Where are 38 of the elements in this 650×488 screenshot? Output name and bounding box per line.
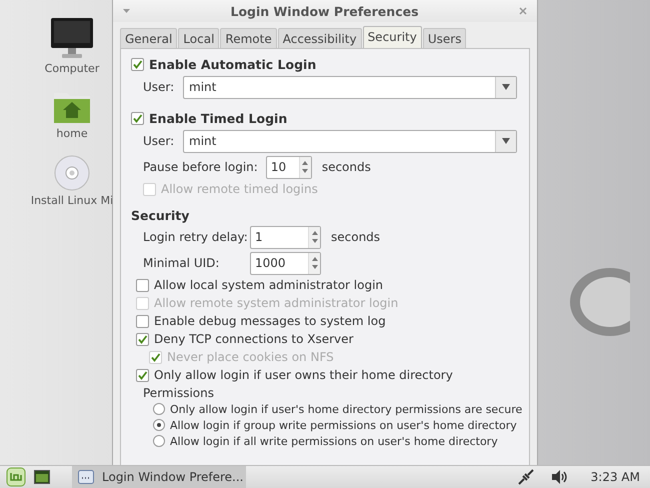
checkbox-label: Enable Automatic Login [149,56,316,72]
tab[interactable]: Users [422,28,466,48]
tab[interactable]: General [120,28,178,48]
checkbox-label: Never place cookies on NFS [167,350,334,364]
unit-label: seconds [331,230,380,244]
tab[interactable]: Security [362,26,422,48]
unit-label: seconds [322,160,371,174]
radio-label: Allow login if group write permissions on user's home directory [170,418,517,432]
user-combo-box[interactable]: mint [183,76,517,98]
section-heading: Security [131,206,190,224]
checkbox-label: Allow remote system administrator login [154,296,398,310]
checkbox-label: Allow remote timed logins [161,182,318,196]
user-combo-box[interactable]: mint [183,130,517,152]
spin-field[interactable]: 10 [266,156,312,178]
window-title: Login Window Preferences [229,4,420,18]
checkbox-label: Deny TCP connections to Xserver [154,332,354,346]
checkbox-label: Allow local system administrator login [154,278,384,292]
tab[interactable]: Local [178,28,220,48]
field-label: User: [143,80,176,94]
tab[interactable]: Remote [220,28,277,48]
clock[interactable]: 3:23 AM [590,470,640,484]
tab[interactable]: Accessibility [278,28,362,48]
checkbox-label: Only allow login if user owns their home directory [154,368,453,382]
radio-label: Allow login if all write permissions on user's home directory [170,434,498,448]
field-label: Login retry delay: [143,230,249,244]
checkbox-label: Enable Timed Login [149,110,288,126]
field-label: User: [143,134,176,148]
desktop-icon-label[interactable]: Install Linux Mi [30,194,114,207]
group-label: Permissions [142,384,215,401]
field-label: Minimal UID: [143,256,220,270]
desktop-icon-label[interactable]: Computer [44,62,100,75]
taskbar-window-button[interactable]: Login Window Prefere... [72,466,246,488]
desktop-icon-label[interactable]: home [56,127,88,140]
radio-label: Only allow login if user's home directory permissions are secure [170,402,522,416]
spin-field[interactable]: 1 [250,226,321,248]
field-label: Pause before login: [143,160,258,174]
spin-field[interactable]: 1000 [250,252,321,274]
checkbox-label: Enable debug messages to system log [154,314,386,328]
